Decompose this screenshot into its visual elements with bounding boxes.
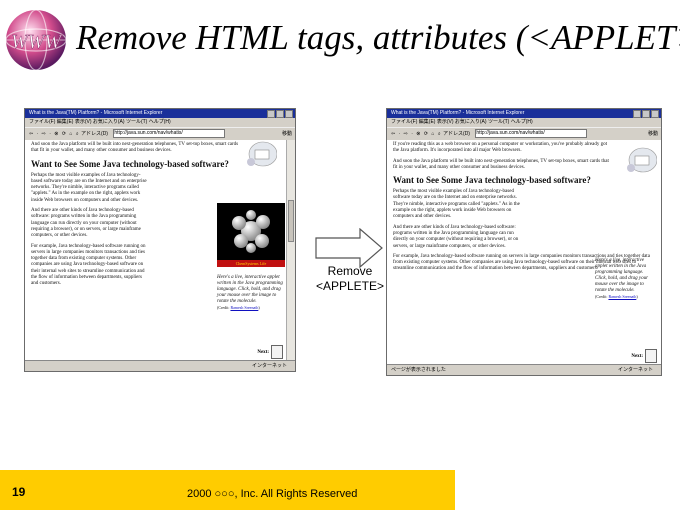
paragraph-other-software: And there are other kinds of Java techno… <box>393 224 519 249</box>
logo-text: WWW <box>11 31 63 53</box>
copyright-text: 2000 ○○○, Inc. All Rights Reserved <box>187 488 358 500</box>
java-applet-molecule[interactable]: ChemSystems Life <box>217 203 285 267</box>
intro-top-text: If you're reading this as a web browser … <box>393 142 607 154</box>
document-next-icon <box>271 345 283 359</box>
browser-window-before: What is the Java(TM) Platform? - Microso… <box>24 108 296 372</box>
nav-buttons-icon[interactable]: ⇦ · ⇨ · ⊗ ⟳ ⌂ ⌕ <box>29 128 80 140</box>
browser-address-bar: ⇦ · ⇨ · ⊗ ⟳ ⌂ ⌕ アドレス(D) http://java.sun.… <box>387 127 661 141</box>
applet-side-note: Here's a live, interactive applet writte… <box>595 258 649 299</box>
section-heading: Want to See Some Java technology-based s… <box>393 175 591 186</box>
close-button[interactable] <box>651 110 659 118</box>
close-button[interactable] <box>285 110 293 118</box>
status-zone: インターネット <box>251 363 287 369</box>
page-content: And soon the Java platform will be built… <box>25 140 287 361</box>
scroll-thumb[interactable] <box>288 200 294 242</box>
remove-label: Remove <APPLETE> <box>315 264 385 293</box>
browser-menubar[interactable]: ファイル(F) 編集(E) 表示(V) お気に入り(A) ツール(T) ヘルプ(… <box>25 118 295 127</box>
nav-buttons-icon[interactable]: ⇦ · ⇨ · ⊗ ⟳ ⌂ ⌕ <box>391 128 442 140</box>
credit-link[interactable]: Ramesh Sreenath <box>230 305 258 310</box>
browser-titlebar: What is the Java(TM) Platform? - Microso… <box>387 109 661 118</box>
page-content: If you're reading this as a web browser … <box>387 140 661 365</box>
browser-title: What is the Java(TM) Platform? - Microso… <box>391 110 525 116</box>
address-label: アドレス(D) <box>81 131 108 137</box>
applet-side-note: Here's a live, interactive applet writte… <box>217 275 283 310</box>
address-label: アドレス(D) <box>443 131 470 137</box>
status-done-text: ページが表示されました <box>391 367 446 373</box>
next-link[interactable]: Next: <box>257 345 283 359</box>
right-arrow-icon <box>315 228 383 268</box>
maximize-button[interactable] <box>642 110 650 118</box>
molecule-icon <box>232 210 270 253</box>
intro-text: And soon the Java platform will be built… <box>393 158 609 170</box>
paragraph-applets: Perhaps the most visible examples of Jav… <box>393 189 520 220</box>
document-next-icon <box>645 349 657 363</box>
status-zone: インターネット <box>617 367 653 373</box>
paragraph-servers: For example, Java technology-based softw… <box>31 243 146 287</box>
paragraph-other-software: And there are other kinds of Java techno… <box>31 208 141 239</box>
next-link[interactable]: Next: <box>631 349 657 363</box>
side-note-text: Here's a live, interactive applet writte… <box>595 258 649 293</box>
minimize-button[interactable] <box>633 110 641 118</box>
globe-logo-icon: WWW <box>5 9 67 71</box>
java-corner-icon <box>247 141 277 167</box>
maximize-button[interactable] <box>276 110 284 118</box>
go-button[interactable]: 移動 <box>282 128 292 140</box>
minimize-button[interactable] <box>267 110 275 118</box>
browser-menubar[interactable]: ファイル(F) 編集(E) 表示(V) お気に入り(A) ツール(T) ヘルプ(… <box>387 118 661 127</box>
paragraph-applets: Perhaps the most visible examples of Jav… <box>31 172 147 203</box>
side-note-text: Here's a live, interactive applet writte… <box>217 275 283 304</box>
url-input[interactable]: http://java.sun.com/nav/whatis/ <box>113 129 226 139</box>
go-button[interactable]: 移動 <box>648 128 658 140</box>
status-bar: ページが表示されました インターネット <box>387 364 661 375</box>
slide-title: Remove HTML tags, attributes (<APPLET>) <box>76 18 680 57</box>
url-input[interactable]: http://java.sun.com/nav/whatis/ <box>475 129 588 139</box>
java-corner-icon <box>627 147 657 173</box>
browser-title: What is the Java(TM) Platform? - Microso… <box>29 110 163 116</box>
slide-number: 19 <box>12 485 26 499</box>
vertical-scrollbar[interactable] <box>286 140 295 361</box>
status-bar: インターネット <box>25 360 295 371</box>
credit-link[interactable]: Ramesh Sreenath <box>608 294 636 299</box>
browser-address-bar: ⇦ · ⇨ · ⊗ ⟳ ⌂ ⌕ アドレス(D) http://java.sun.… <box>25 127 295 141</box>
applet-caption: ChemSystems Life <box>217 260 285 267</box>
browser-titlebar: What is the Java(TM) Platform? - Microso… <box>25 109 295 118</box>
browser-window-after: What is the Java(TM) Platform? - Microso… <box>386 108 662 376</box>
